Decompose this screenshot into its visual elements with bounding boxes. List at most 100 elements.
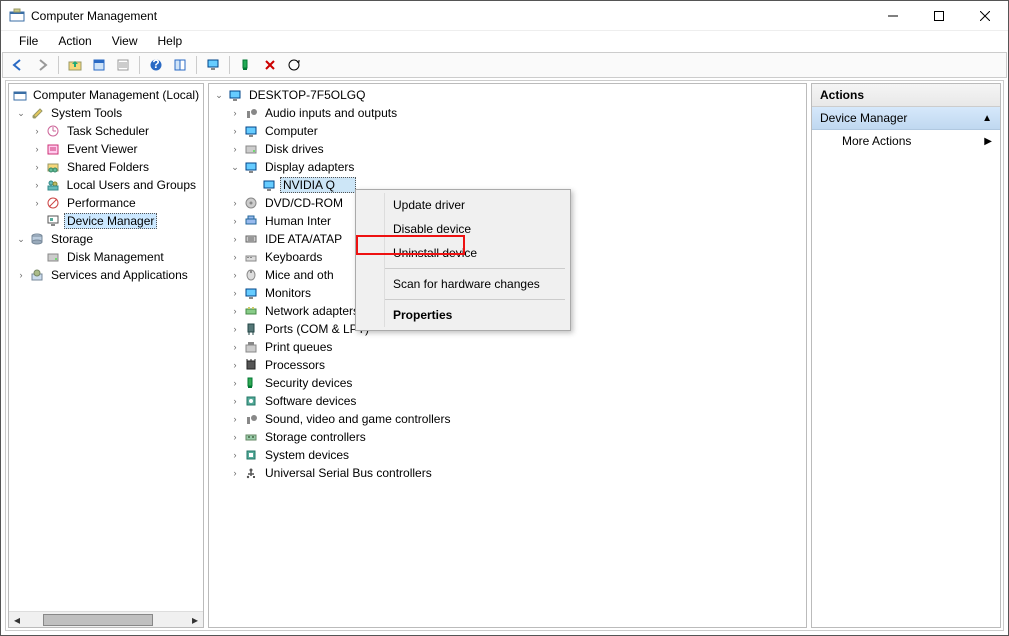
properties-icon[interactable] — [88, 54, 110, 76]
toolbar-divider — [58, 56, 59, 74]
chevron-right-icon[interactable]: › — [229, 287, 241, 299]
ctx-update-driver[interactable]: Update driver — [359, 193, 567, 217]
scrollbar-thumb[interactable] — [43, 614, 153, 626]
chevron-right-icon[interactable]: › — [229, 233, 241, 245]
actions-section[interactable]: Device Manager ▲ — [812, 107, 1000, 130]
chevron-right-icon[interactable]: › — [229, 305, 241, 317]
chevron-down-icon[interactable]: ⌄ — [213, 89, 225, 101]
menu-file[interactable]: File — [10, 32, 47, 50]
device-category[interactable]: ⌄ Display adapters — [209, 158, 806, 176]
plug-play-icon[interactable] — [235, 54, 257, 76]
chevron-right-icon[interactable]: › — [15, 269, 27, 281]
ctx-scan-hardware[interactable]: Scan for hardware changes — [359, 272, 567, 296]
remove-icon[interactable] — [259, 54, 281, 76]
chevron-up-icon: ▲ — [982, 113, 992, 124]
nav-forward-icon[interactable] — [31, 54, 53, 76]
content-area: Computer Management (Local) ⌄ System Too… — [5, 80, 1004, 631]
shared-folder-icon — [45, 159, 61, 175]
chevron-right-icon[interactable]: › — [31, 161, 43, 173]
console-tree-pane[interactable]: Computer Management (Local) ⌄ System Too… — [8, 83, 204, 628]
services-icon — [29, 267, 45, 283]
maximize-button[interactable] — [916, 1, 962, 31]
tree-event-viewer[interactable]: › Event Viewer — [9, 140, 203, 158]
chevron-right-icon[interactable]: › — [229, 197, 241, 209]
chevron-right-icon[interactable]: › — [229, 125, 241, 137]
help-icon[interactable]: ? — [145, 54, 167, 76]
chevron-down-icon[interactable]: ⌄ — [229, 161, 241, 173]
device-category[interactable]: ›Sound, video and game controllers — [209, 410, 806, 428]
device-category[interactable]: ›Computer — [209, 122, 806, 140]
chevron-right-icon[interactable]: › — [229, 359, 241, 371]
tree-shared-folders[interactable]: › Shared Folders — [9, 158, 203, 176]
tree-label: Display adapters — [262, 160, 357, 174]
device-tree-pane[interactable]: ⌄DESKTOP-7F5OLGQ›Audio inputs and output… — [208, 83, 807, 628]
ctx-disable-device[interactable]: Disable device — [359, 217, 567, 241]
close-button[interactable] — [962, 1, 1008, 31]
chevron-right-icon[interactable]: › — [229, 269, 241, 281]
chevron-right-icon[interactable]: › — [229, 377, 241, 389]
display-adapter-icon — [261, 177, 277, 193]
minimize-button[interactable] — [870, 1, 916, 31]
menu-view[interactable]: View — [103, 32, 147, 50]
device-category[interactable]: ›Audio inputs and outputs — [209, 104, 806, 122]
actions-more[interactable]: More Actions ▶ — [812, 130, 1000, 152]
toolbar-divider — [229, 56, 230, 74]
device-category[interactable]: › Processors — [209, 356, 806, 374]
device-category[interactable]: ›Storage controllers — [209, 428, 806, 446]
chevron-right-icon[interactable]: › — [229, 395, 241, 407]
chevron-right-icon[interactable]: › — [229, 323, 241, 335]
device-category[interactable]: ›System devices — [209, 446, 806, 464]
tree-label: Human Inter — [262, 214, 334, 228]
device-category[interactable]: › Universal Serial Bus controllers — [209, 464, 806, 482]
show-hide-icon[interactable] — [169, 54, 191, 76]
device-root[interactable]: ⌄DESKTOP-7F5OLGQ — [209, 86, 806, 104]
refresh-circle-icon[interactable] — [283, 54, 305, 76]
ctx-uninstall-device[interactable]: Uninstall device — [359, 241, 567, 265]
menu-action[interactable]: Action — [49, 32, 100, 50]
chevron-down-icon[interactable]: ⌄ — [15, 107, 27, 119]
menu-help[interactable]: Help — [149, 32, 192, 50]
list-icon[interactable] — [112, 54, 134, 76]
folder-up-icon[interactable] — [64, 54, 86, 76]
tree-label: Device Manager — [64, 213, 157, 229]
tree-local-users[interactable]: › Local Users and Groups — [9, 176, 203, 194]
device-category[interactable]: ›Print queues — [209, 338, 806, 356]
tree-services[interactable]: › Services and Applications — [9, 266, 203, 284]
ctx-properties[interactable]: Properties — [359, 303, 567, 327]
tree-device-manager[interactable]: Device Manager — [9, 212, 203, 230]
chevron-right-icon[interactable]: › — [229, 449, 241, 461]
tree-disk-management[interactable]: Disk Management — [9, 248, 203, 266]
horizontal-scrollbar[interactable]: ◂ ▸ — [9, 611, 203, 627]
monitor-icon[interactable] — [202, 54, 224, 76]
chevron-right-icon[interactable]: › — [229, 251, 241, 263]
chevron-right-icon[interactable]: › — [229, 107, 241, 119]
tree-performance[interactable]: › Performance — [9, 194, 203, 212]
chevron-right-icon[interactable]: › — [31, 125, 43, 137]
chevron-right-icon[interactable]: › — [229, 215, 241, 227]
chevron-right-icon[interactable]: › — [229, 143, 241, 155]
chevron-right-icon[interactable]: › — [229, 467, 241, 479]
chevron-right-icon[interactable]: › — [31, 143, 43, 155]
category-icon — [243, 375, 259, 391]
tree-system-tools[interactable]: ⌄ System Tools — [9, 104, 203, 122]
category-icon — [243, 159, 259, 175]
tree-task-scheduler[interactable]: › Task Scheduler — [9, 122, 203, 140]
device-category[interactable]: ›Security devices — [209, 374, 806, 392]
chevron-down-icon[interactable]: ⌄ — [15, 233, 27, 245]
tree-label: Processors — [262, 358, 328, 372]
chevron-right-icon[interactable]: › — [31, 197, 43, 209]
tree-storage[interactable]: ⌄ Storage — [9, 230, 203, 248]
tree-root[interactable]: Computer Management (Local) — [9, 86, 203, 104]
scroll-right-icon[interactable]: ▸ — [187, 612, 203, 628]
chevron-right-icon[interactable]: › — [229, 431, 241, 443]
category-icon — [243, 447, 259, 463]
chevron-right-icon[interactable]: › — [229, 413, 241, 425]
scroll-left-icon[interactable]: ◂ — [9, 612, 25, 628]
device-category[interactable]: ›Disk drives — [209, 140, 806, 158]
device-category[interactable]: ›Software devices — [209, 392, 806, 410]
context-menu[interactable]: Update driver Disable device Uninstall d… — [355, 189, 571, 331]
chevron-right-icon[interactable]: › — [229, 341, 241, 353]
chevron-right-icon[interactable]: › — [31, 179, 43, 191]
nav-back-icon[interactable] — [7, 54, 29, 76]
tree-label: Universal Serial Bus controllers — [262, 466, 435, 480]
